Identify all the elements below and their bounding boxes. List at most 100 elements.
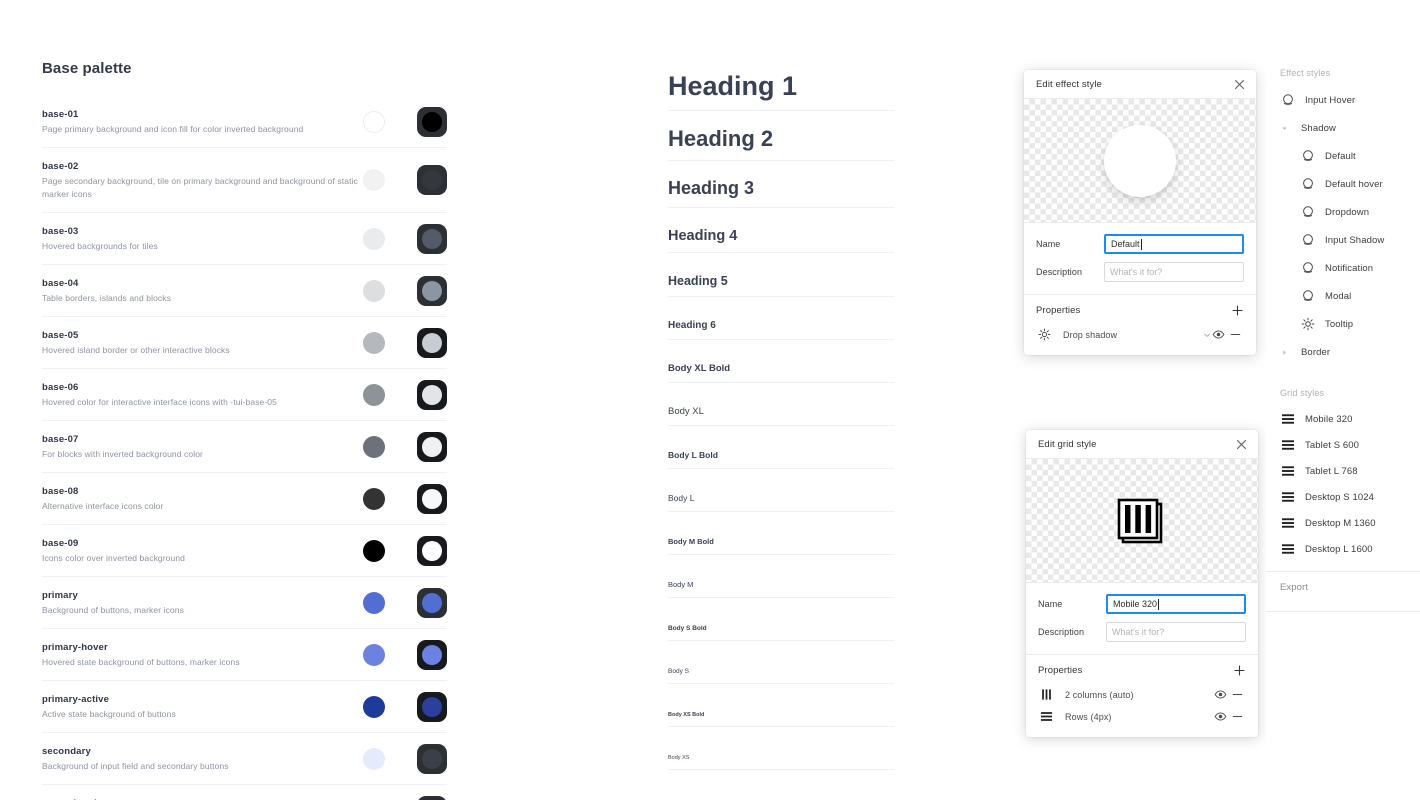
swatch-light (363, 383, 385, 406)
typography-sample-label: Heading 6 (668, 320, 716, 331)
effect-styles-list: Input Hover Shadow Default Default hover Dro… (1266, 86, 1420, 366)
sidebar-item-label: Default hover (1325, 178, 1383, 190)
sidebar-item-label: Desktop L 1600 (1305, 543, 1373, 555)
palette-token-description: For blocks with inverted background colo… (42, 449, 203, 459)
sidebar-item-border[interactable]: Border (1266, 338, 1420, 366)
sidebar-item-mobile-320[interactable]: Mobile 320 (1266, 406, 1420, 432)
visibility-eye-icon[interactable] (1213, 710, 1228, 723)
swatch-dark-fill (422, 111, 442, 132)
sidebar-item-input-shadow[interactable]: Input Shadow (1266, 226, 1420, 254)
palette-token-name: primary-active (42, 694, 110, 705)
property-row[interactable]: Drop shadow (1036, 325, 1244, 344)
description-input[interactable]: What's it for? (1104, 262, 1244, 282)
swatch-dark-fill (422, 592, 442, 613)
text-caret (1158, 598, 1160, 610)
sidebar-item-default[interactable]: Default (1266, 142, 1420, 170)
swatch-dark (417, 327, 447, 358)
add-property-button[interactable] (1233, 664, 1246, 677)
typography-sample-row: Body XS Bold (668, 684, 894, 727)
swatch-light (363, 539, 385, 562)
properties-label: Properties (1036, 305, 1081, 316)
dialog-header: Edit effect style (1024, 70, 1256, 99)
swatch-dark-fill (422, 280, 442, 301)
property-row[interactable]: 2 columns (auto) (1038, 685, 1246, 704)
sidebar-item-label: Mobile 320 (1305, 413, 1353, 425)
swatch-light (363, 227, 385, 250)
swatch-light (363, 643, 385, 666)
palette-token-description: Hovered backgrounds for tiles (42, 241, 158, 251)
properties-header: Properties (1036, 304, 1244, 317)
typography-sample-row: Heading 6 (668, 297, 894, 340)
sidebar-item-modal[interactable]: Modal (1266, 282, 1420, 310)
rows-icon (1278, 516, 1298, 530)
palette-row: primary-active Active state background of… (42, 680, 447, 732)
swatch-dark (417, 106, 447, 137)
typography-sample-row: Body L (668, 469, 894, 512)
description-input[interactable]: What's it for? (1106, 622, 1246, 642)
blur-icon (1036, 328, 1053, 341)
palette-row: base-07 For blocks with inverted backgrou… (42, 420, 447, 472)
close-icon[interactable] (1235, 438, 1248, 451)
edit-effect-style-dialog: Edit effect style Name Default Descripti… (1024, 70, 1256, 355)
sidebar-item-dropdown[interactable]: Dropdown (1266, 198, 1420, 226)
swatch-dark (417, 275, 447, 306)
sidebar-item-tablet-s-600[interactable]: Tablet S 600 (1266, 432, 1420, 458)
shadow-icon (1298, 261, 1318, 275)
remove-property-button[interactable] (1226, 328, 1244, 341)
sidebar-item-default-hover[interactable]: Default hover (1266, 170, 1420, 198)
palette-token-name: base-04 (42, 278, 79, 289)
sidebar-item-export[interactable]: Export (1266, 572, 1420, 602)
palette-token-description: Active state background of buttons (42, 709, 176, 719)
palette-token-description: Page secondary background, tile on prima… (42, 176, 358, 199)
rows-icon (1278, 412, 1298, 426)
typography-sample-row: Heading 1 (668, 58, 894, 111)
palette-token-name: base-01 (42, 109, 79, 120)
visibility-eye-icon[interactable] (1211, 328, 1226, 341)
palette-token-description: Background of input field and secondary … (42, 761, 229, 771)
sidebar-item-shadow[interactable]: Shadow (1266, 114, 1420, 142)
property-label: Drop shadow (1063, 329, 1118, 340)
property-row[interactable]: Rows (4px) (1038, 707, 1246, 726)
palette-token-name: base-03 (42, 226, 79, 237)
sidebar-item-notification[interactable]: Notification (1266, 254, 1420, 282)
dialog-fields: Name Mobile 320 Description What's it fo… (1026, 583, 1258, 655)
typography-sample-label: Body XL (668, 406, 704, 417)
description-field-row: Description What's it for? (1038, 622, 1246, 642)
swatch-dark-fill (422, 644, 442, 665)
visibility-eye-icon[interactable] (1213, 688, 1228, 701)
sidebar-item-label: Default (1325, 150, 1356, 162)
palette-row: base-02 Page secondary background, tile o… (42, 147, 447, 212)
dialog-properties: Properties 2 columns (auto) Rows (4px) (1026, 655, 1258, 737)
sidebar-item-desktop-s-1024[interactable]: Desktop S 1024 (1266, 484, 1420, 510)
swatch-dark (417, 639, 447, 670)
sidebar-item-tooltip[interactable]: Tooltip (1266, 310, 1420, 338)
typography-sample-row: Body S Bold (668, 598, 894, 641)
chevron-down-icon[interactable] (1203, 331, 1211, 339)
palette-token-name: base-02 (42, 161, 79, 172)
remove-property-button[interactable] (1228, 688, 1246, 701)
base-palette-section: Base palette base-01 Page primary backgro… (42, 60, 447, 800)
remove-property-button[interactable] (1228, 710, 1246, 723)
sidebar-item-input-hover[interactable]: Input Hover (1266, 86, 1420, 114)
rows-icon (1278, 490, 1298, 504)
swatch-light (363, 435, 385, 458)
add-property-button[interactable] (1231, 304, 1244, 317)
edit-grid-style-dialog: Edit grid style Name Mobile 320 Descript… (1026, 430, 1258, 737)
typography-sample-label: Heading 5 (668, 274, 728, 288)
sidebar-item-tablet-l-768[interactable]: Tablet L 768 (1266, 458, 1420, 484)
name-input[interactable]: Default (1104, 234, 1244, 254)
chevron-down-icon[interactable] (1278, 125, 1290, 132)
close-icon[interactable] (1233, 78, 1246, 91)
sidebar-item-label: Border (1301, 346, 1331, 358)
name-input[interactable]: Mobile 320 (1106, 594, 1246, 614)
sidebar-item-desktop-l-1600[interactable]: Desktop L 1600 (1266, 536, 1420, 562)
chevron-right-icon[interactable] (1278, 349, 1290, 356)
typography-section: Heading 1 Heading 2 Heading 3 Heading 4 Head… (668, 58, 894, 770)
sidebar-item-label: Desktop M 1360 (1305, 517, 1376, 529)
name-input-value: Mobile 320 (1113, 599, 1158, 609)
typography-sample-label: Body XL Bold (668, 363, 731, 374)
grid-styles-header: Grid styles (1280, 388, 1325, 398)
typography-sample-row: Heading 2 (668, 111, 894, 161)
typography-sample-row: Heading 5 (668, 253, 894, 297)
sidebar-item-desktop-m-1360[interactable]: Desktop M 1360 (1266, 510, 1420, 536)
